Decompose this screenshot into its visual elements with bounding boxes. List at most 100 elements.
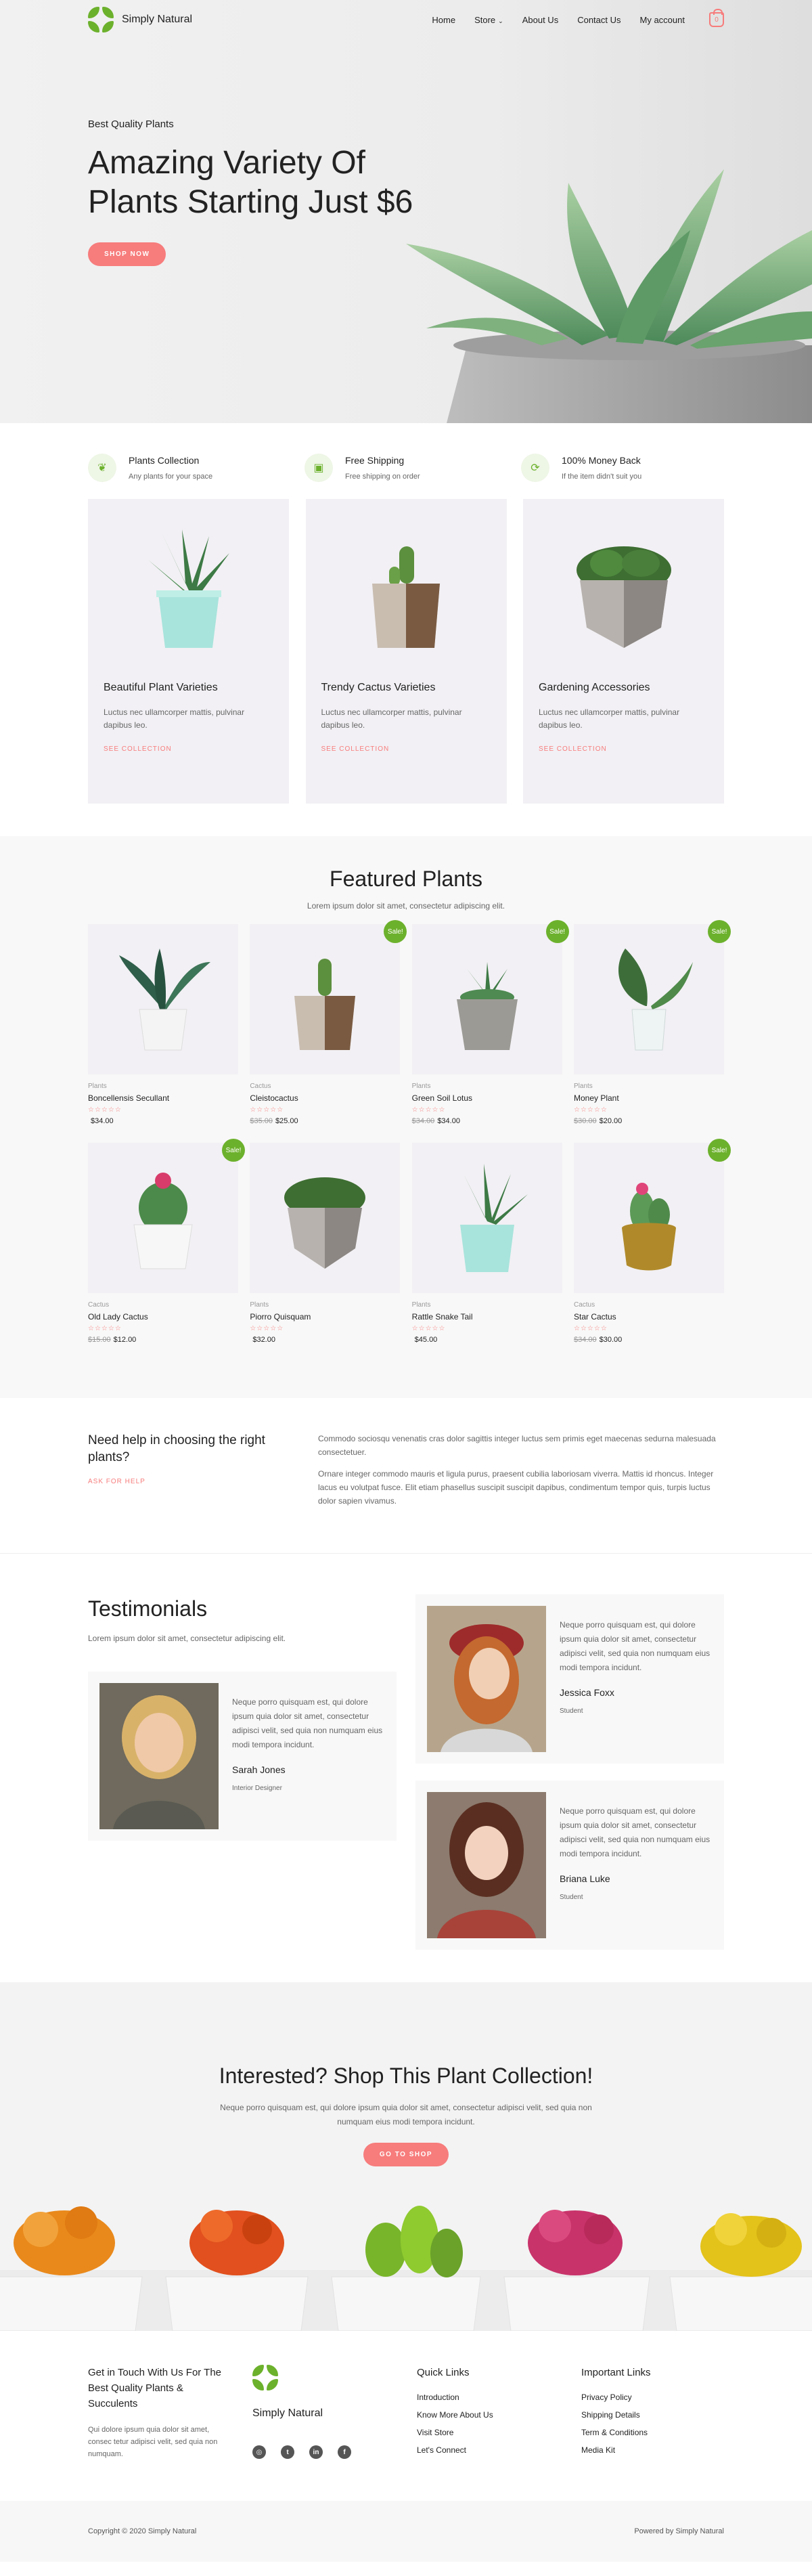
see-collection-link[interactable]: SEE COLLECTION [321, 745, 491, 753]
feature-item: ❦ Plants Collection Any plants for your s… [88, 454, 291, 482]
chevron-down-icon: ⌄ [498, 17, 503, 24]
old-price: $34.00 [411, 1117, 435, 1125]
product-category: Cactus [250, 1083, 271, 1090]
footer-link-terms[interactable]: Term & Conditions [581, 2428, 651, 2437]
sale-badge: Sale! [707, 920, 731, 943]
footer-link-shipping[interactable]: Shipping Details [581, 2410, 651, 2420]
clover-logo-icon [88, 7, 114, 32]
current-price: $34.00 [91, 1117, 114, 1125]
product-image [133, 1173, 193, 1269]
product-name[interactable]: Money Plant [574, 1093, 724, 1103]
star-rating: ☆☆☆☆☆ [411, 1106, 446, 1114]
product-card[interactable]: Sale! Cactus Cleistocactus ☆☆☆☆☆ $35.00 $… [250, 920, 407, 1125]
feature-item: ▣ Free Shipping Free shipping on order [304, 454, 508, 482]
current-price: $45.00 [414, 1336, 438, 1344]
product-card[interactable]: Plants Piorro Quisquam ☆☆☆☆☆ $32.00 [250, 1143, 401, 1344]
footer-bottom-bar: Copyright © 2020 Simply Natural Powered … [0, 2501, 812, 2562]
footer-link-connect[interactable]: Let's Connect [417, 2445, 581, 2455]
collection-card[interactable]: Trendy Cactus Varieties Luctus nec ullam… [305, 499, 507, 804]
nav-store-label: Store [474, 14, 496, 25]
cta-subtitle: Neque porro quisquam est, qui dolore ips… [220, 2103, 592, 2126]
see-collection-link[interactable]: SEE COLLECTION [104, 745, 273, 753]
product-image [621, 1183, 676, 1271]
instagram-icon[interactable]: ◎ [252, 2445, 266, 2459]
old-price: $30.00 [573, 1117, 597, 1125]
feature-sub: Any plants for your space [129, 473, 213, 481]
see-collection-link[interactable]: SEE COLLECTION [539, 745, 708, 753]
avatar [99, 1683, 219, 1829]
cart-icon[interactable]: 0 [709, 9, 724, 27]
nav-account[interactable]: My account [640, 15, 685, 25]
star-rating: ☆☆☆☆☆ [88, 1325, 122, 1332]
gift-icon: ▣ [304, 454, 333, 482]
site-footer: Get in Touch With Us For The Best Qualit… [0, 2331, 812, 2501]
twitter-icon[interactable]: t [281, 2445, 294, 2459]
testimonial-card: Neque porro quisquam est, qui dolore ips… [415, 1594, 724, 1764]
refresh-icon: ⟳ [521, 454, 549, 482]
facebook-icon[interactable]: f [338, 2445, 351, 2459]
feature-item: ⟳ 100% Money Back If the item didn't suit… [521, 454, 724, 482]
footer-link-introduction[interactable]: Introduction [417, 2393, 581, 2402]
sale-badge: Sale! [545, 920, 569, 943]
product-price: $45.00 [412, 1336, 562, 1344]
card-title: Trendy Cactus Varieties [321, 682, 436, 693]
product-name[interactable]: Green Soil Lotus [412, 1093, 562, 1103]
features-section: ❦ Plants Collection Any plants for your s… [0, 423, 812, 804]
sale-badge: Sale! [707, 1139, 731, 1162]
star-rating: ☆☆☆☆☆ [88, 1106, 122, 1114]
footer-link-privacy[interactable]: Privacy Policy [581, 2393, 651, 2402]
testimonial-role: Student [560, 1707, 583, 1715]
go-to-shop-button[interactable]: GO TO SHOP [363, 2143, 449, 2166]
product-category: Cactus [573, 1301, 595, 1309]
product-image [459, 1164, 528, 1272]
card-desc: Luctus nec ullamcorper mattis, pulvinar … [539, 707, 680, 730]
product-category: Cactus [88, 1301, 110, 1309]
product-card[interactable]: Sale! Plants Money Plant ☆☆☆☆☆ $30.00 $20… [573, 920, 731, 1125]
product-category: Plants [88, 1083, 107, 1090]
footer-link-about[interactable]: Know More About Us [417, 2410, 581, 2420]
nav-contact[interactable]: Contact Us [577, 15, 621, 25]
product-name[interactable]: Piorro Quisquam [250, 1312, 400, 1322]
help-paragraph: Ornare integer commodo mauris et ligula … [318, 1469, 714, 1506]
collection-card[interactable]: Gardening Accessories Luctus nec ullamco… [523, 499, 724, 804]
product-card[interactable]: Sale! Plants Green Soil Lotus ☆☆☆☆☆ $34.… [411, 920, 569, 1125]
product-name[interactable]: Boncellensis Secullant [88, 1093, 238, 1103]
clover-logo-icon [252, 2365, 278, 2391]
product-card[interactable]: Sale! Cactus Old Lady Cactus ☆☆☆☆☆ $15.0… [88, 1139, 245, 1344]
nav-about[interactable]: About Us [522, 15, 558, 25]
help-section: Need help in choosing the right plants? … [0, 1398, 812, 1554]
collection-card[interactable]: Beautiful Plant Varieties Luctus nec ull… [88, 499, 289, 804]
copyright-text: Copyright © 2020 Simply Natural [88, 2527, 197, 2535]
nav-store[interactable]: Store ⌄ [474, 15, 503, 25]
help-paragraph: Commodo sociosqu venenatis cras dolor sa… [318, 1434, 716, 1457]
product-card[interactable]: Plants Boncellensis Secullant ☆☆☆☆☆ $34.… [88, 924, 238, 1125]
star-rating: ☆☆☆☆☆ [411, 1325, 446, 1332]
product-image [618, 948, 693, 1051]
cart-count: 0 [715, 16, 719, 24]
product-name[interactable]: Star Cactus [574, 1312, 724, 1322]
shop-now-button[interactable]: SHOP NOW [88, 242, 166, 266]
avatar [427, 1606, 546, 1752]
product-card[interactable]: Plants Rattle Snake Tail ☆☆☆☆☆ $45.00 [411, 1143, 562, 1344]
footer-link-media-kit[interactable]: Media Kit [581, 2445, 651, 2455]
help-title: Need help in choosing the right plants? [88, 1433, 265, 1464]
product-name[interactable]: Cleistocactus [250, 1093, 400, 1103]
testimonial-quote: Neque porro quisquam est, qui dolore ips… [560, 1620, 710, 1672]
linkedin-icon[interactable]: in [309, 2445, 323, 2459]
nav-home[interactable]: Home [432, 15, 455, 25]
site-logo[interactable]: Simply Natural [88, 7, 192, 32]
avatar [427, 1792, 546, 1938]
footer-link-store[interactable]: Visit Store [417, 2428, 581, 2437]
testimonial-card: Neque porro quisquam est, qui dolore ips… [415, 1781, 724, 1950]
featured-title: Featured Plants [330, 867, 482, 891]
potted-plant-image [148, 529, 229, 648]
star-rating: ☆☆☆☆☆ [250, 1325, 284, 1332]
product-name[interactable]: Old Lady Cactus [88, 1312, 238, 1322]
product-image [294, 959, 356, 1050]
sale-badge: Sale! [222, 1139, 245, 1162]
ask-for-help-link[interactable]: ASK FOR HELP [88, 1478, 291, 1485]
old-price: $35.00 [250, 1117, 273, 1125]
product-card[interactable]: Sale! Cactus Star Cactus ☆☆☆☆☆ $34.00 $30… [573, 1139, 731, 1344]
product-name[interactable]: Rattle Snake Tail [412, 1312, 562, 1322]
product-price: $15.00 $12.00 [88, 1336, 238, 1344]
